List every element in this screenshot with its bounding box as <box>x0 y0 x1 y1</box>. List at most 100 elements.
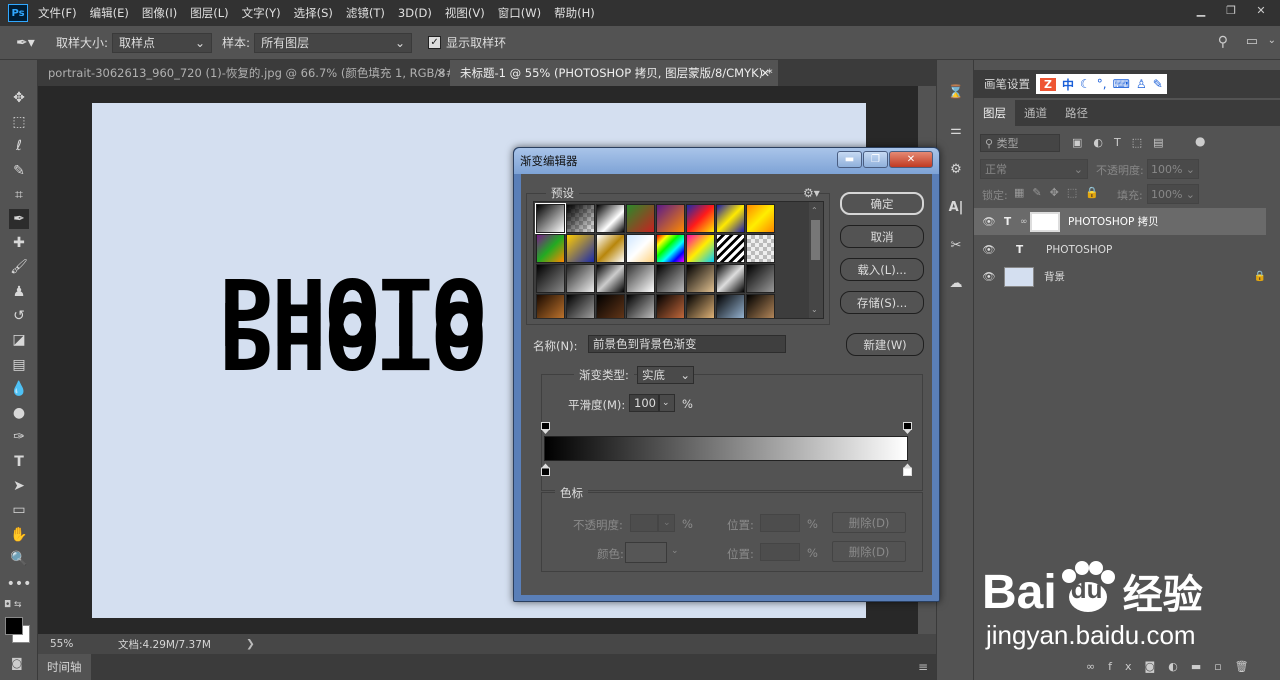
eyedropper-preset-icon[interactable]: ✒▾ <box>16 33 46 53</box>
eye-icon[interactable]: 👁 <box>974 270 1004 283</box>
layer-row[interactable]: 👁 T PHOTOSHOP <box>974 236 1266 263</box>
move-tool-icon[interactable]: ✥ <box>9 88 29 108</box>
tab-layers[interactable]: 图层 <box>974 100 1015 126</box>
quick-select-tool-icon[interactable]: ✎ <box>9 161 29 181</box>
tab-untitled[interactable]: 未标题-1 @ 55% (PHOTOSHOP 拷贝, 图层蒙版/8/CMYK) … <box>450 60 778 86</box>
menu-view[interactable]: 视图(V) <box>445 5 485 21</box>
maximize-icon[interactable]: ❐ <box>863 151 888 168</box>
gradient-preset-swatch[interactable] <box>536 264 565 293</box>
presets-gear-icon[interactable]: ⚙▾ <box>803 186 820 200</box>
sample-size-select[interactable]: 取样点 ⌄ <box>112 32 213 53</box>
marquee-tool-icon[interactable]: ⬚ <box>9 112 29 132</box>
menu-layer[interactable]: 图层(L) <box>190 5 228 21</box>
default-colors-icon[interactable]: ◘ ⇆ <box>4 600 22 610</box>
close-icon[interactable]: ✕ <box>760 66 770 80</box>
layer-mask-thumbnail[interactable] <box>1030 211 1060 232</box>
timeline-tab[interactable]: 时间轴 <box>38 654 91 680</box>
presets-scrollbar[interactable]: ⌃ ⌄ <box>809 202 823 318</box>
scroll-thumb[interactable] <box>811 220 820 260</box>
cancel-button[interactable]: 取消 <box>840 225 924 248</box>
layer-row[interactable]: 👁 T ∞ PHOTOSHOP 拷贝 <box>974 208 1266 235</box>
gradient-preset-swatch[interactable] <box>566 234 595 263</box>
gradient-preset-swatch[interactable] <box>596 264 625 293</box>
minimize-icon[interactable]: ▬ <box>837 151 862 168</box>
tab-channels[interactable]: 通道 <box>1015 100 1056 126</box>
more-tools-icon[interactable]: ••• <box>7 574 32 594</box>
save-button[interactable]: 存储(S)... <box>840 291 924 314</box>
gradient-preset-swatch[interactable] <box>716 204 745 233</box>
scroll-up-icon[interactable]: ⌃ <box>811 206 818 215</box>
eye-icon[interactable]: 👁 <box>974 243 1004 256</box>
name-input[interactable]: 前景色到背景色渐变 <box>588 335 786 353</box>
restore-icon[interactable]: ❐ <box>1216 0 1246 20</box>
tab-paths[interactable]: 路径 <box>1056 100 1097 126</box>
menu-3d[interactable]: 3D(D) <box>398 6 432 20</box>
eyedropper-tool-icon[interactable]: ✒ <box>9 209 29 229</box>
menu-filter[interactable]: 滤镜(T) <box>346 5 385 21</box>
gradient-preset-swatch[interactable] <box>626 264 655 293</box>
character-panel-icon[interactable]: A| <box>946 197 966 217</box>
gradient-preset-swatch[interactable] <box>746 234 775 263</box>
blend-mode-select[interactable]: 正常 ⌄ <box>980 159 1088 179</box>
layer-filter-select[interactable]: ⚲ 类型 <box>980 134 1060 152</box>
gradient-preset-swatch[interactable] <box>716 294 745 318</box>
gradient-preset-swatch[interactable] <box>656 204 685 233</box>
dodge-tool-icon[interactable]: ● <box>9 403 29 423</box>
presets-grid[interactable]: ⌃ ⌄ <box>533 201 824 319</box>
healing-tool-icon[interactable]: ✚ <box>9 233 29 253</box>
menu-image[interactable]: 图像(I) <box>142 5 177 21</box>
tab-portrait[interactable]: portrait-3062613_960_720 (1)-恢复的.jpg @ 6… <box>38 60 450 86</box>
minimize-icon[interactable]: ▁ <box>1186 0 1216 20</box>
sample-select[interactable]: 所有图层 ⌄ <box>254 32 413 53</box>
ime-toolbar[interactable]: Z 中 ☾ °, ⌨ ♙ ✎ <box>1036 74 1167 94</box>
brush-settings-tab[interactable]: 画笔设置 <box>984 76 1030 92</box>
hand-tool-icon[interactable]: ✋ <box>9 525 29 545</box>
gradient-preset-swatch[interactable] <box>746 264 775 293</box>
gradient-preset-swatch[interactable] <box>536 234 565 263</box>
type-tool-icon[interactable]: T <box>9 452 29 472</box>
gradient-preset-swatch[interactable] <box>626 234 655 263</box>
gradient-preview-bar[interactable] <box>544 436 908 461</box>
gradient-preset-swatch[interactable] <box>746 294 775 318</box>
adjustments-panel-icon[interactable]: ⚌ <box>946 120 966 140</box>
gradient-preset-swatch[interactable] <box>566 294 595 318</box>
new-button[interactable]: 新建(W) <box>846 333 924 356</box>
close-icon[interactable]: ✕ <box>436 66 446 80</box>
panel-menu-icon[interactable]: ≡ <box>918 660 928 674</box>
gradient-preset-swatch[interactable] <box>716 234 745 263</box>
foreground-color-swatch[interactable] <box>5 617 23 635</box>
color-stop-right[interactable] <box>903 463 912 476</box>
gradient-preset-swatch[interactable] <box>656 294 685 318</box>
menu-file[interactable]: 文件(F) <box>38 5 77 21</box>
gradient-preset-swatch[interactable] <box>535 203 566 234</box>
gradient-preset-swatch[interactable] <box>686 234 715 263</box>
layer-row[interactable]: 👁 背景 🔒 <box>974 263 1266 290</box>
gradient-type-select[interactable]: 实底 ⌄ <box>637 366 694 384</box>
filter-toggle-icon[interactable]: ● <box>1195 134 1205 148</box>
close-icon[interactable]: ✕ <box>889 151 933 168</box>
chevron-down-icon[interactable]: ⌄ <box>1268 35 1276 46</box>
ok-button[interactable]: 确定 <box>840 192 924 215</box>
gradient-tool-icon[interactable]: ▤ <box>9 355 29 375</box>
gradient-preset-swatch[interactable] <box>626 294 655 318</box>
properties-panel-icon[interactable]: ⚙ <box>946 159 966 179</box>
scroll-down-icon[interactable]: ⌄ <box>811 305 818 314</box>
menu-edit[interactable]: 编辑(E) <box>90 5 129 21</box>
gradient-preset-swatch[interactable] <box>686 294 715 318</box>
gradient-preset-swatch[interactable] <box>656 264 685 293</box>
blur-tool-icon[interactable]: 💧 <box>9 379 29 399</box>
close-icon[interactable]: ✕ <box>1246 0 1276 20</box>
gradient-preset-swatch[interactable] <box>596 294 625 318</box>
gradient-preset-swatch[interactable] <box>626 204 655 233</box>
eraser-tool-icon[interactable]: ◪ <box>9 330 29 350</box>
quick-mask-icon[interactable]: ◙ <box>11 656 23 670</box>
menu-type[interactable]: 文字(Y) <box>242 5 281 21</box>
gradient-preset-swatch[interactable] <box>536 294 565 318</box>
menu-select[interactable]: 选择(S) <box>294 5 333 21</box>
rectangle-tool-icon[interactable]: ▭ <box>9 500 29 520</box>
opacity-stop-left[interactable] <box>541 422 550 435</box>
pen-tool-icon[interactable]: ✑ <box>9 427 29 447</box>
path-select-tool-icon[interactable]: ➤ <box>9 476 29 496</box>
search-icon[interactable]: ⚲ <box>1218 34 1228 50</box>
libraries-icon[interactable]: ☁ <box>946 273 966 293</box>
